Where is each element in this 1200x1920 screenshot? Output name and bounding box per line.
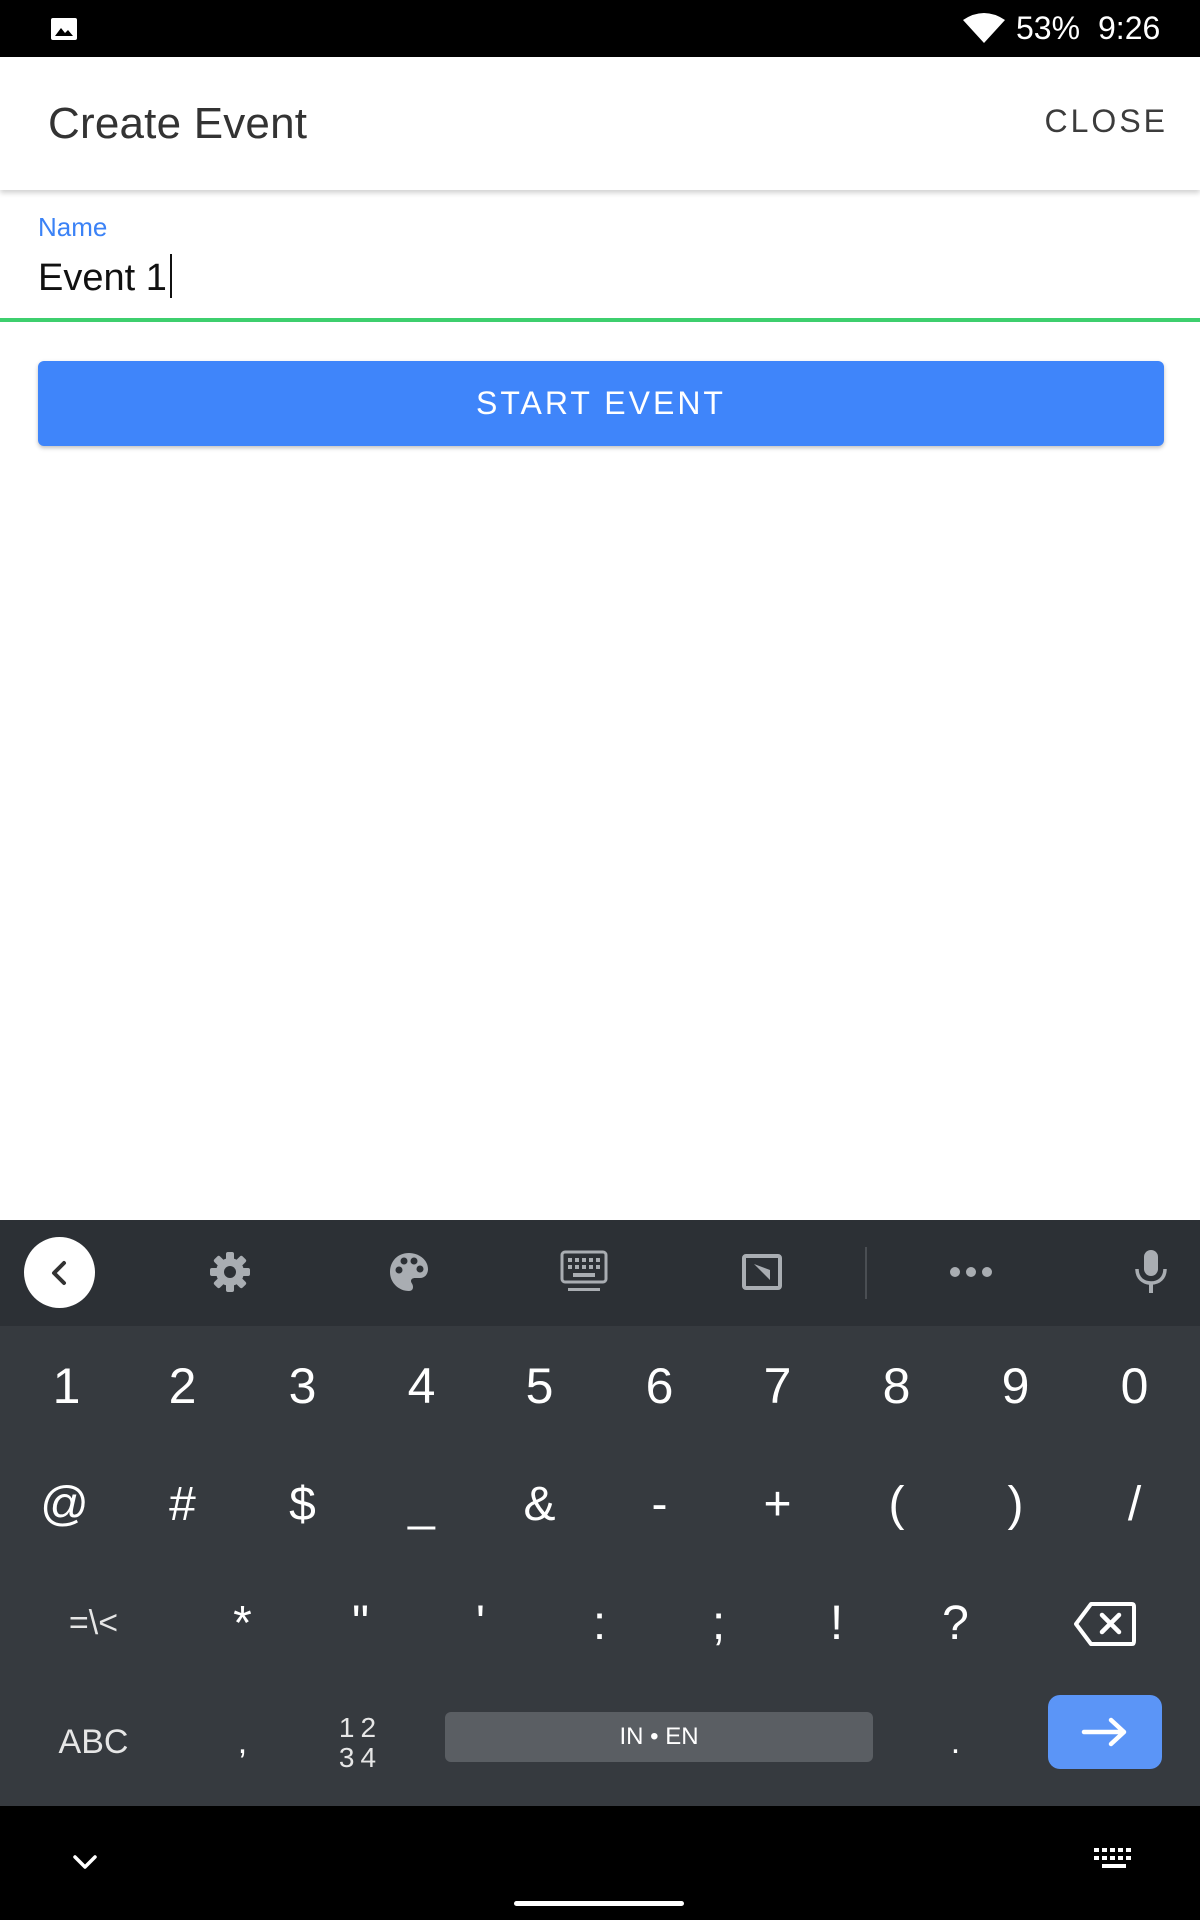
numpad-label-bottom: 34 xyxy=(338,1741,383,1773)
key-minus[interactable]: - xyxy=(612,1445,707,1564)
key-3[interactable]: 3 xyxy=(255,1326,350,1445)
number-row: 1 2 3 4 5 6 7 8 9 0 xyxy=(0,1326,1200,1445)
name-field[interactable]: Name Event 1 xyxy=(0,190,1200,322)
key-0[interactable]: 0 xyxy=(1087,1326,1182,1445)
key-open-paren[interactable]: ( xyxy=(849,1445,944,1564)
settings-icon[interactable] xyxy=(202,1244,258,1300)
numpad-label-top: 12 xyxy=(338,1711,383,1743)
palette-icon[interactable] xyxy=(381,1244,437,1300)
key-close-paren[interactable]: ) xyxy=(968,1445,1063,1564)
key-colon[interactable]: : xyxy=(552,1564,647,1683)
start-event-button[interactable]: START EVENT xyxy=(38,361,1164,446)
space-key[interactable]: IN • EN xyxy=(445,1712,873,1762)
backspace-key[interactable] xyxy=(1055,1564,1155,1683)
enter-key[interactable] xyxy=(1048,1695,1162,1769)
key-1[interactable]: 1 xyxy=(19,1326,114,1445)
key-2[interactable]: 2 xyxy=(135,1326,230,1445)
key-hash[interactable]: # xyxy=(135,1445,230,1564)
name-input-value: Event 1 xyxy=(38,257,167,299)
key-7[interactable]: 7 xyxy=(730,1326,825,1445)
name-field-underline xyxy=(0,318,1200,322)
keyboard-toolbar xyxy=(0,1220,1200,1326)
name-field-label: Name xyxy=(38,212,108,242)
toolbar-divider xyxy=(865,1247,867,1299)
status-bar: 53% 9:26 xyxy=(0,0,1200,57)
key-question[interactable]: ? xyxy=(908,1564,1003,1683)
wifi-icon xyxy=(963,13,1005,43)
more-icon[interactable] xyxy=(943,1244,999,1300)
abc-key[interactable]: ABC xyxy=(36,1683,151,1802)
symbol-row-2: =\< * " ' : ; ! ? xyxy=(0,1564,1200,1683)
app-bar: Create Event CLOSE xyxy=(0,57,1200,190)
symbol-row-1: @ # $ _ & - + ( ) / xyxy=(0,1445,1200,1564)
keyboard-switch-icon[interactable] xyxy=(1093,1846,1135,1876)
key-at[interactable]: @ xyxy=(17,1445,112,1564)
arrow-right-icon xyxy=(1081,1717,1127,1747)
key-ampersand[interactable]: & xyxy=(492,1445,587,1564)
keyboard-mode-icon[interactable] xyxy=(556,1244,612,1300)
key-comma[interactable]: , xyxy=(195,1683,290,1802)
battery-level: 53% xyxy=(1016,10,1081,46)
key-asterisk[interactable]: * xyxy=(195,1564,290,1683)
key-8[interactable]: 8 xyxy=(849,1326,944,1445)
mic-icon[interactable] xyxy=(1123,1244,1179,1300)
image-icon xyxy=(51,18,77,40)
hide-keyboard-icon[interactable] xyxy=(70,1850,100,1874)
numpad-label: 12 34 xyxy=(338,1711,383,1773)
text-cursor xyxy=(169,254,172,298)
key-9[interactable]: 9 xyxy=(968,1326,1063,1445)
keyboard: 1 2 3 4 5 6 7 8 9 0 @ # $ _ & - + ( ) / … xyxy=(0,1220,1200,1806)
bottom-row: ABC , 12 34 IN • EN . xyxy=(0,1683,1200,1802)
numpad-key[interactable]: 12 34 xyxy=(313,1683,408,1802)
key-5[interactable]: 5 xyxy=(492,1326,587,1445)
key-dollar[interactable]: $ xyxy=(255,1445,350,1564)
close-button[interactable]: CLOSE xyxy=(1045,103,1168,140)
back-icon[interactable] xyxy=(24,1237,95,1308)
key-6[interactable]: 6 xyxy=(612,1326,707,1445)
key-period[interactable]: . xyxy=(908,1683,1003,1802)
backspace-icon xyxy=(1074,1601,1136,1646)
key-more-symbols[interactable]: =\< xyxy=(36,1564,151,1683)
navigation-bar xyxy=(0,1806,1200,1920)
key-plus[interactable]: + xyxy=(730,1445,825,1564)
key-underscore[interactable]: _ xyxy=(374,1445,469,1564)
key-4[interactable]: 4 xyxy=(374,1326,469,1445)
name-input[interactable]: Event 1 xyxy=(38,254,172,300)
floating-keyboard-icon[interactable] xyxy=(734,1244,790,1300)
key-double-quote[interactable]: " xyxy=(313,1564,408,1683)
key-single-quote[interactable]: ' xyxy=(433,1564,528,1683)
clock: 9:26 xyxy=(1098,10,1161,46)
key-semicolon[interactable]: ; xyxy=(671,1564,766,1683)
page-title: Create Event xyxy=(48,99,308,148)
home-handle[interactable] xyxy=(514,1901,684,1906)
key-slash[interactable]: / xyxy=(1087,1445,1182,1564)
key-exclamation[interactable]: ! xyxy=(789,1564,884,1683)
